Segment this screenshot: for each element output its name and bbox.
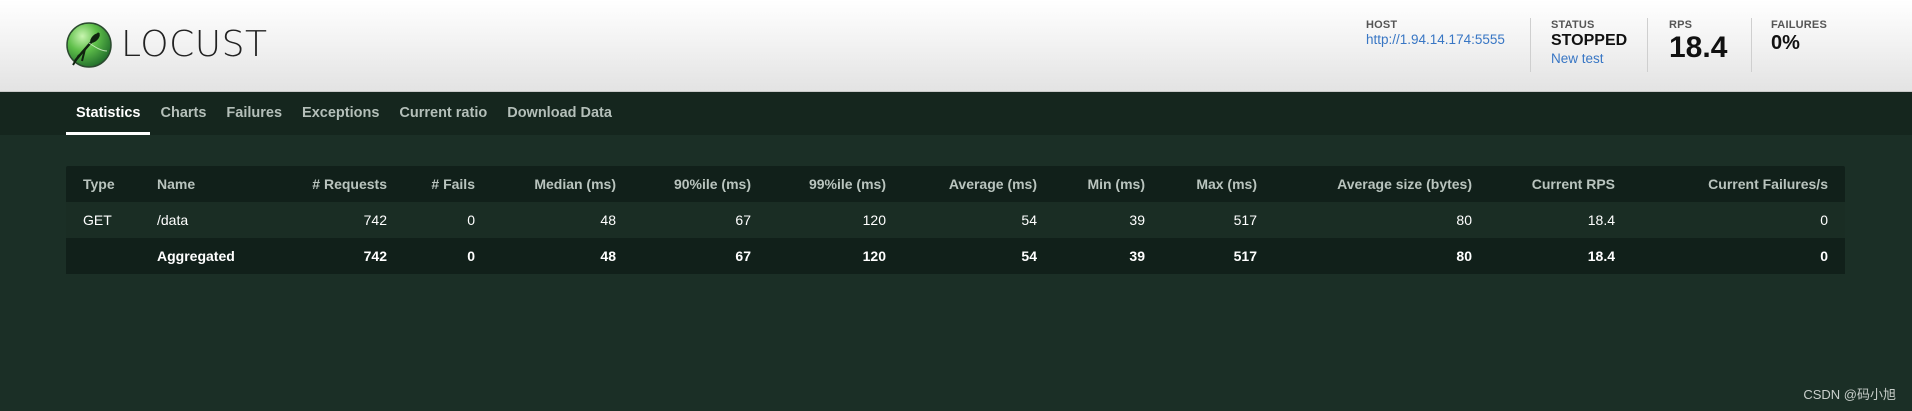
tab-statistics[interactable]: Statistics	[66, 92, 151, 135]
cell-average: 54	[1021, 248, 1037, 264]
tab-current-ratio[interactable]: Current ratio	[389, 92, 497, 135]
cell-type: GET	[83, 212, 112, 228]
cell-median: 48	[600, 212, 616, 228]
header-divider	[1530, 18, 1531, 72]
column-header-type[interactable]: Type	[66, 166, 140, 202]
new-test-link[interactable]: New test	[1551, 50, 1627, 67]
host-box: HOST http://1.94.14.174:5555	[1366, 19, 1505, 48]
cell-current-failures: 0	[1820, 248, 1828, 264]
nav-tabs: Statistics Charts Failures Exceptions Cu…	[66, 92, 622, 135]
cell-current-rps: 18.4	[1587, 212, 1615, 228]
status-label: STATUS	[1551, 19, 1595, 31]
host-label: HOST	[1366, 19, 1398, 31]
cell-average-size: 80	[1456, 212, 1472, 228]
cell-requests: 742	[363, 248, 387, 264]
main-nav: Statistics Charts Failures Exceptions Cu…	[0, 92, 1912, 135]
cell-90ile: 67	[735, 212, 751, 228]
statistics-table-container: Type Name # Requests # Fails Median (ms)…	[66, 166, 1845, 274]
cell-fails: 0	[467, 212, 475, 228]
table-header-row: Type Name # Requests # Fails Median (ms)…	[66, 166, 1845, 202]
rps-box: RPS 18.4	[1669, 19, 1727, 64]
column-header-current-rps[interactable]: Current RPS	[1489, 166, 1632, 202]
column-header-median[interactable]: Median (ms)	[492, 166, 633, 202]
failures-box: FAILURES 0%	[1771, 19, 1827, 55]
cell-99ile: 120	[862, 248, 886, 264]
column-header-average[interactable]: Average (ms)	[903, 166, 1054, 202]
logo-text: LOCUST	[121, 24, 268, 65]
cell-requests: 742	[363, 212, 387, 228]
cell-name: Aggregated	[157, 248, 235, 264]
failures-value: 0%	[1771, 32, 1800, 54]
column-header-90ile[interactable]: 90%ile (ms)	[633, 166, 768, 202]
aggregated-row: Aggregated 742 0 48 67 120 54 39 517 80 …	[66, 238, 1845, 274]
top-header: LOCUST HOST http://1.94.14.174:5555 STAT…	[0, 0, 1912, 92]
header-divider	[1751, 18, 1752, 72]
column-header-requests[interactable]: # Requests	[270, 166, 404, 202]
cell-average-size: 80	[1456, 248, 1472, 264]
statistics-table: Type Name # Requests # Fails Median (ms)…	[66, 166, 1845, 274]
rps-label: RPS	[1669, 19, 1693, 31]
cell-average: 54	[1021, 212, 1037, 228]
column-header-current-failures[interactable]: Current Failures/s	[1632, 166, 1845, 202]
locust-logo[interactable]: LOCUST	[65, 20, 267, 70]
tab-failures[interactable]: Failures	[216, 92, 292, 135]
host-link[interactable]: http://1.94.14.174:5555	[1366, 31, 1505, 48]
tab-exceptions[interactable]: Exceptions	[292, 92, 389, 135]
cell-name: /data	[157, 212, 189, 228]
column-header-fails[interactable]: # Fails	[404, 166, 492, 202]
header-divider	[1647, 18, 1648, 72]
status-value: STOPPED	[1551, 32, 1628, 49]
cell-99ile: 120	[862, 212, 886, 228]
failures-label: FAILURES	[1771, 19, 1827, 31]
status-box: STATUS STOPPED New test	[1551, 19, 1627, 67]
cell-90ile: 67	[735, 248, 751, 264]
cell-min: 39	[1129, 248, 1145, 264]
cell-fails: 0	[467, 248, 475, 264]
table-row: GET /data 742 0 48 67 120 54 39 517 80 1…	[66, 202, 1845, 238]
column-header-name[interactable]: Name	[140, 166, 270, 202]
column-header-99ile[interactable]: 99%ile (ms)	[768, 166, 903, 202]
cell-current-failures: 0	[1820, 212, 1828, 228]
cell-max: 517	[1233, 248, 1257, 264]
cell-type	[66, 238, 140, 274]
cell-min: 39	[1129, 212, 1145, 228]
column-header-max[interactable]: Max (ms)	[1162, 166, 1274, 202]
tab-download-data[interactable]: Download Data	[497, 92, 622, 135]
watermark: CSDN @码小旭	[1803, 387, 1896, 402]
column-header-min[interactable]: Min (ms)	[1054, 166, 1162, 202]
column-header-average-size[interactable]: Average size (bytes)	[1274, 166, 1489, 202]
cell-max: 517	[1233, 212, 1257, 228]
tab-charts[interactable]: Charts	[150, 92, 216, 135]
cell-median: 48	[600, 248, 616, 264]
locust-logo-icon	[66, 22, 112, 68]
cell-current-rps: 18.4	[1587, 248, 1615, 264]
rps-value: 18.4	[1669, 31, 1728, 64]
